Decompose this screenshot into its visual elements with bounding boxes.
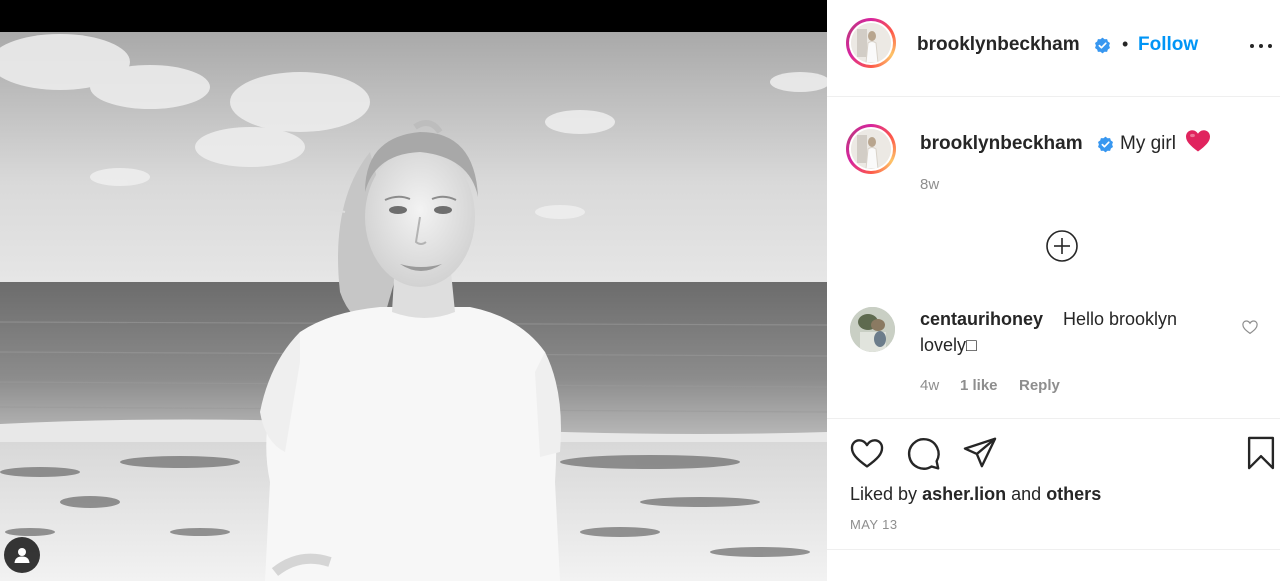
paper-plane-icon[interactable] <box>961 434 999 472</box>
liked-by-and: and <box>1011 484 1042 504</box>
caption-timestamp: 8w <box>920 176 940 193</box>
more-options-icon[interactable] <box>1250 44 1272 50</box>
liked-by-prefix: Liked by <box>850 484 918 504</box>
actions-divider <box>827 418 1280 419</box>
post-photo[interactable] <box>0 32 827 581</box>
header-avatar[interactable] <box>846 18 896 68</box>
comment-icon[interactable] <box>904 434 942 472</box>
avatar-image <box>851 23 891 63</box>
caption-username[interactable]: brooklynbeckham <box>920 133 1083 155</box>
comment-username[interactable]: centaurihoney <box>920 309 1043 330</box>
plus-circle-icon[interactable] <box>1045 229 1079 263</box>
verified-badge-icon <box>1095 37 1110 54</box>
heart-outline-icon[interactable] <box>1241 318 1259 336</box>
comment-text-line1: Hello brooklyn <box>1063 309 1178 329</box>
post-photo-container <box>0 0 827 581</box>
comment-text-line2: lovely□ <box>920 335 977 355</box>
follow-button[interactable]: Follow <box>1138 34 1198 56</box>
separator-dot: • <box>1122 34 1129 54</box>
post-date: MAY 13 <box>850 517 898 532</box>
comment-likes-count[interactable]: 1 like <box>960 377 998 394</box>
liked-by-others[interactable]: others <box>1046 484 1101 504</box>
header-divider <box>827 96 1280 97</box>
user-tag-button[interactable] <box>4 537 40 573</box>
red-heart-emoji-icon <box>1186 130 1210 152</box>
heart-icon[interactable] <box>848 434 886 472</box>
post-sidebar: brooklynbeckham • Follow brooklynbeckham <box>827 0 1280 581</box>
header-username[interactable]: brooklynbeckham <box>917 34 1080 56</box>
liked-by-line: Liked by asher.lion and others <box>850 484 1101 505</box>
user-tag-icon <box>14 548 30 563</box>
bookmark-icon[interactable] <box>1242 434 1280 472</box>
comment-reply-button[interactable]: Reply <box>1019 377 1060 394</box>
comment-timestamp: 4w <box>920 377 940 394</box>
comment-avatar[interactable] <box>850 307 895 352</box>
caption-text: My girl <box>1120 133 1176 154</box>
caption-avatar[interactable] <box>846 124 896 174</box>
verified-badge-icon <box>1098 136 1113 153</box>
avatar-image <box>851 129 891 169</box>
liked-by-user[interactable]: asher.lion <box>922 484 1006 504</box>
bottom-divider <box>827 549 1280 550</box>
